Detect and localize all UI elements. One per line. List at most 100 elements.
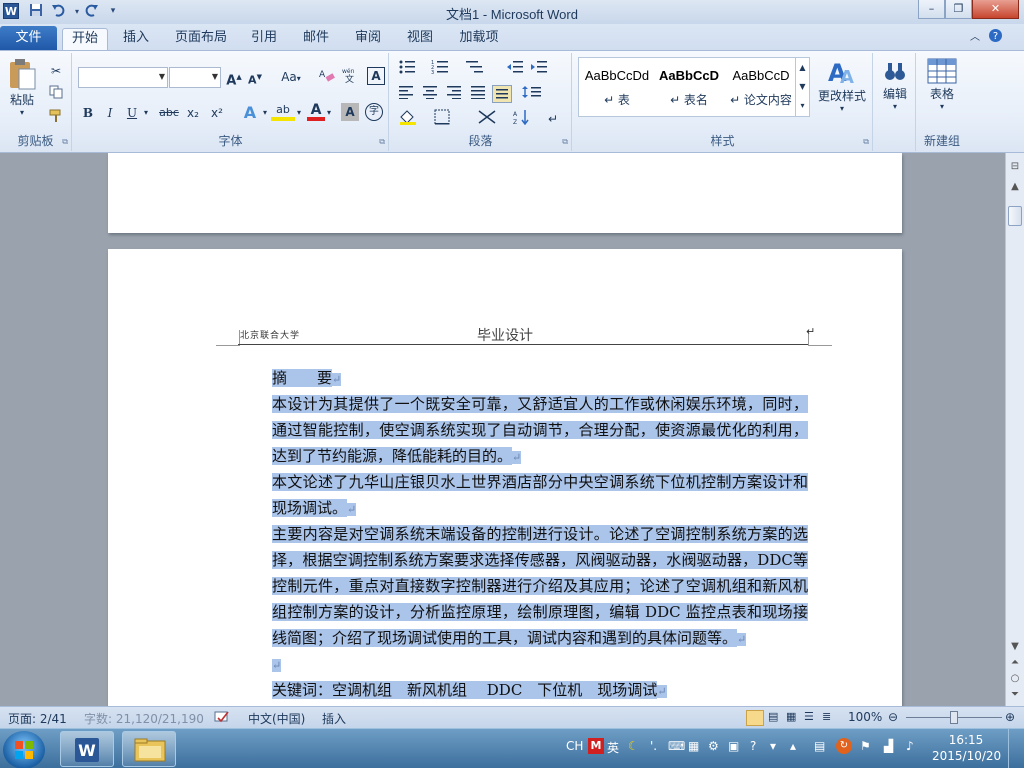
previous-page-icon[interactable]: ⏶ bbox=[1007, 655, 1023, 671]
tray-ime-mode[interactable]: 英 bbox=[607, 739, 619, 756]
word-count[interactable]: 字数: 21,120/21,190 bbox=[84, 710, 204, 727]
zoom-slider-thumb[interactable] bbox=[950, 711, 958, 724]
scroll-down-icon[interactable]: ▼ bbox=[1007, 639, 1023, 655]
text-effects-dropdown-icon[interactable]: ▾ bbox=[261, 103, 269, 123]
highlight-button[interactable]: ab bbox=[271, 103, 295, 121]
select-browse-object-icon[interactable]: ○ bbox=[1007, 671, 1023, 687]
increase-indent-icon[interactable] bbox=[528, 59, 550, 79]
enclose-characters-button[interactable]: 字 bbox=[365, 103, 383, 121]
outline-view-icon[interactable]: ☰ bbox=[804, 710, 814, 723]
tab-view[interactable]: 视图 bbox=[398, 28, 442, 50]
font-color-dropdown-icon[interactable]: ▾ bbox=[325, 103, 333, 123]
page-current[interactable]: 北京联合大学 毕业设计 ↵ 摘 要↵ 本设计为其提供了一个既安全可靠，又舒适宜人… bbox=[108, 249, 902, 706]
shrink-font-button[interactable]: A▼ bbox=[246, 67, 264, 87]
tab-addins[interactable]: 加载项 bbox=[450, 28, 508, 50]
scroll-up-icon[interactable]: ▲ bbox=[1007, 179, 1023, 195]
clock[interactable]: 16:15 2015/10/20 bbox=[932, 732, 1001, 764]
superscript-button[interactable]: x² bbox=[207, 103, 227, 123]
tab-review[interactable]: 审阅 bbox=[346, 28, 390, 50]
font-launcher-icon[interactable]: ⧉ bbox=[379, 137, 385, 147]
multilevel-list-icon[interactable] bbox=[462, 59, 488, 79]
paragraph-launcher-icon[interactable]: ⧉ bbox=[562, 137, 568, 147]
tab-references[interactable]: 引用 bbox=[242, 28, 286, 50]
character-shading-button[interactable]: A bbox=[341, 103, 359, 121]
document-area[interactable]: 北京联合大学 毕业设计 ↵ 摘 要↵ 本设计为其提供了一个既安全可靠，又舒适宜人… bbox=[0, 153, 1005, 706]
underline-dropdown-icon[interactable]: ▾ bbox=[141, 103, 151, 123]
editing-button[interactable]: 编辑 ▾ bbox=[876, 57, 914, 127]
sort-icon[interactable]: AZ bbox=[510, 109, 532, 129]
page-previous[interactable] bbox=[108, 153, 902, 233]
underline-button[interactable]: U bbox=[123, 103, 141, 123]
font-color-button[interactable]: A bbox=[307, 103, 325, 121]
distributed-icon[interactable] bbox=[492, 85, 512, 103]
insert-mode-indicator[interactable]: 插入 bbox=[322, 710, 346, 727]
language-indicator[interactable]: 中文(中国) bbox=[248, 710, 305, 727]
keyboard-icon[interactable]: ⌨ bbox=[668, 739, 685, 753]
copy-icon[interactable] bbox=[46, 85, 66, 105]
tab-insert[interactable]: 插入 bbox=[114, 28, 158, 50]
subscript-button[interactable]: x₂ bbox=[183, 103, 203, 123]
moon-icon[interactable]: ☾ bbox=[628, 739, 639, 753]
empty-paragraph[interactable]: ↵ bbox=[240, 651, 808, 679]
abstract-paragraph-2[interactable]: 本文论述了九华山庄银贝水上世界酒店部分中央空调系统下位机控制方案设计和现场调试。… bbox=[240, 469, 808, 523]
tray-pad-icon[interactable]: ▣ bbox=[728, 739, 739, 753]
style-item-table-name[interactable]: AaBbCcD ↵ 表名 bbox=[653, 58, 725, 116]
paste-button[interactable]: 粘贴 ▾ bbox=[4, 57, 40, 119]
tray-dropdown-icon[interactable]: ▾ bbox=[770, 739, 776, 753]
phonetic-guide-icon[interactable]: wén 文 bbox=[341, 67, 363, 87]
justify-icon[interactable] bbox=[468, 85, 488, 105]
full-screen-reading-icon[interactable]: ▤ bbox=[768, 710, 778, 723]
shading-icon[interactable] bbox=[396, 109, 422, 129]
help-icon[interactable]: ? bbox=[986, 28, 1004, 50]
print-layout-view-icon[interactable] bbox=[746, 710, 764, 726]
align-center-icon[interactable] bbox=[420, 85, 440, 105]
volume-tray-icon[interactable]: ♪ bbox=[906, 739, 914, 753]
tab-page-layout[interactable]: 页面布局 bbox=[166, 28, 236, 50]
show-formatting-icon[interactable]: ↵ bbox=[542, 109, 564, 129]
ime-m-icon[interactable]: M bbox=[588, 738, 604, 754]
align-right-icon[interactable] bbox=[444, 85, 464, 105]
grow-font-button[interactable]: A▲ bbox=[225, 67, 243, 88]
change-case-button[interactable]: Aa▾ bbox=[277, 67, 305, 87]
vertical-scrollbar[interactable]: ⊟ ▲ ▼ ⏶ ○ ⏷ bbox=[1005, 153, 1024, 706]
taskbar-word-button[interactable]: W bbox=[60, 731, 114, 767]
font-size-combo[interactable]: ▼ bbox=[169, 67, 221, 88]
minimize-button[interactable]: – bbox=[918, 0, 945, 19]
tab-file[interactable]: 文件 bbox=[0, 26, 57, 50]
align-left-icon[interactable] bbox=[396, 85, 416, 105]
highlight-dropdown-icon[interactable]: ▾ bbox=[295, 103, 303, 123]
clipboard-launcher-icon[interactable]: ⧉ bbox=[62, 137, 68, 147]
zoom-in-icon[interactable]: ⊕ bbox=[1005, 710, 1015, 724]
ruler-toggle-icon[interactable]: ⊟ bbox=[1007, 159, 1023, 175]
format-painter-icon[interactable] bbox=[46, 109, 66, 129]
tab-home[interactable]: 开始 bbox=[62, 28, 108, 50]
draft-view-icon[interactable]: ≣ bbox=[822, 710, 831, 723]
clear-formatting-icon[interactable]: A bbox=[317, 67, 337, 87]
show-hidden-icons[interactable]: ▴ bbox=[790, 739, 796, 753]
page-indicator[interactable]: 页面: 2/41 bbox=[8, 710, 67, 727]
tray-tools-icon[interactable]: ⚙ bbox=[708, 739, 719, 753]
chinese-layout-icon[interactable] bbox=[474, 109, 500, 129]
style-item-table[interactable]: AaBbCcDd ↵ 表 bbox=[581, 58, 653, 116]
next-page-icon[interactable]: ⏷ bbox=[1007, 687, 1023, 703]
bullets-icon[interactable] bbox=[396, 59, 420, 79]
abstract-paragraph-3[interactable]: 主要内容是对空调系统末端设备的控制进行设计。论述了空调控制系统方案的选择，根据空… bbox=[240, 521, 808, 653]
italic-button[interactable]: I bbox=[101, 103, 119, 123]
styles-scroll-buttons[interactable]: ▲ ▼ ▾ bbox=[795, 58, 809, 116]
punctuation-icon[interactable]: '. bbox=[650, 739, 657, 753]
font-name-combo[interactable]: ▼ bbox=[78, 67, 168, 88]
table-button[interactable]: 表格 ▾ bbox=[921, 57, 963, 127]
taskbar-explorer-button[interactable] bbox=[122, 731, 176, 767]
security-tray-icon[interactable]: ↻ bbox=[836, 738, 852, 754]
web-layout-icon[interactable]: ▦ bbox=[786, 710, 796, 723]
style-item-thesis-content[interactable]: AaBbCcD ↵ 论文内容 bbox=[725, 58, 797, 116]
abstract-heading[interactable]: 摘 要↵ bbox=[240, 365, 808, 393]
bold-button[interactable]: B bbox=[79, 103, 97, 123]
cut-icon[interactable]: ✂ bbox=[46, 61, 66, 81]
styles-launcher-icon[interactable]: ⧉ bbox=[863, 137, 869, 147]
maximize-button[interactable]: ❐ bbox=[945, 0, 972, 19]
show-desktop-button[interactable] bbox=[1008, 729, 1024, 768]
tray-help-icon[interactable]: ? bbox=[750, 739, 756, 753]
tray-language[interactable]: CH bbox=[566, 739, 583, 753]
borders-icon[interactable] bbox=[430, 109, 456, 129]
